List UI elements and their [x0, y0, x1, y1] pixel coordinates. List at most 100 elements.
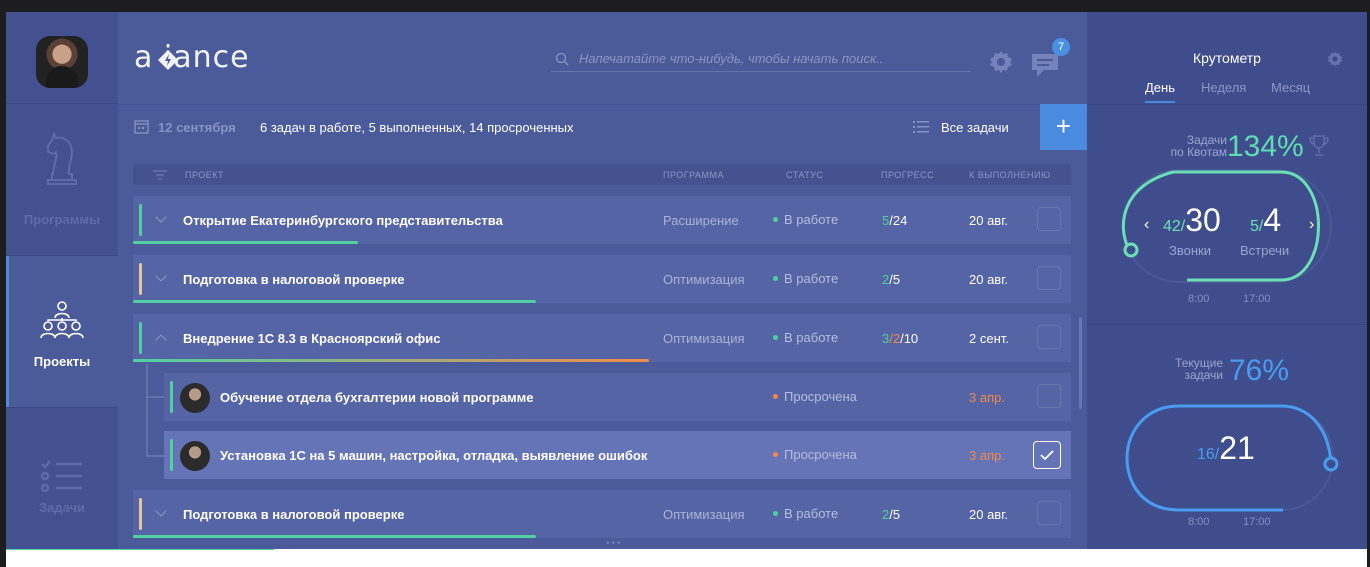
sidebar-item-tasks[interactable]: Задачи: [6, 408, 118, 549]
tab-week[interactable]: Неделя: [1201, 80, 1246, 95]
due-date: 20 авг.: [969, 507, 1008, 522]
status-dot: [773, 335, 778, 340]
sidebar-item-label: Программы: [23, 212, 101, 227]
complete-checkbox[interactable]: [1037, 384, 1061, 408]
progress-total: /24: [889, 213, 908, 228]
status-badge: В работе: [773, 506, 838, 521]
progress-bar: [133, 359, 649, 362]
due-date: 3 апр.: [969, 390, 1005, 405]
due-date: 2 сент.: [969, 331, 1009, 346]
row-accent: [139, 263, 142, 295]
add-button[interactable]: +: [1040, 104, 1087, 150]
list-icon[interactable]: [913, 120, 929, 135]
due-date: 20 авг.: [969, 213, 1008, 228]
avatar[interactable]: [180, 383, 210, 413]
project-title: Подготовка в налоговой проверке: [183, 507, 405, 522]
status-text: Просрочена: [784, 389, 857, 404]
progress-overdue: /2: [889, 331, 901, 346]
divider: [1087, 104, 1367, 105]
complete-checkbox[interactable]: [1037, 207, 1061, 231]
current-label-line2: задачи: [1184, 368, 1223, 382]
sidebar-item-programs[interactable]: Программы: [6, 104, 118, 256]
status-badge: Просрочена: [773, 389, 857, 404]
org-chart-icon: [40, 301, 84, 339]
subtask-row[interactable]: Установка 1С на 5 машин, настройка, отла…: [164, 431, 1071, 479]
checklist-icon: [40, 460, 82, 493]
complete-checkbox[interactable]: [1037, 266, 1061, 290]
complete-checkbox[interactable]: [1033, 441, 1061, 469]
status-text: В работе: [784, 506, 839, 521]
time-end: 17:00: [1243, 293, 1271, 305]
current-date[interactable]: 12 сентября: [158, 120, 236, 135]
progress-total: /5: [889, 272, 901, 287]
brand-logo[interactable]: a iance: [134, 40, 250, 75]
current-total: 21: [1219, 430, 1255, 466]
status-badge: В работе: [773, 271, 838, 286]
column-header-due[interactable]: К ВЫПОЛНЕНИЮ: [969, 170, 1051, 180]
chevron-down-icon[interactable]: [155, 505, 167, 517]
scrollbar[interactable]: [1079, 317, 1082, 409]
sort-icon[interactable]: [153, 170, 167, 180]
notification-badge: 7: [1052, 38, 1070, 56]
task-title: Обучение отдела бухгалтерии новой програ…: [220, 390, 534, 405]
column-header-project[interactable]: ПРОЕКТ: [185, 170, 224, 180]
subtask-row[interactable]: Обучение отдела бухгалтерии новой програ…: [164, 373, 1071, 421]
status-text: В работе: [784, 271, 839, 286]
complete-checkbox[interactable]: [1037, 325, 1061, 349]
sidebar-item-projects[interactable]: Проекты: [6, 256, 118, 408]
gear-icon[interactable]: [989, 50, 1013, 74]
tab-day[interactable]: День: [1145, 80, 1175, 103]
task-summary: 6 задач в работе, 5 выполненных, 14 прос…: [260, 120, 574, 135]
status-text: В работе: [784, 212, 839, 227]
next-arrow[interactable]: ›: [1309, 216, 1314, 234]
status-badge: Просрочена: [773, 447, 857, 462]
progress-count: 5/24: [882, 213, 907, 228]
app-window: Программы Проекты Задачи a iance Напечат…: [6, 12, 1367, 549]
current-percent: 76%: [1229, 354, 1290, 387]
status-dot: [773, 511, 778, 516]
chevron-up-icon[interactable]: [155, 334, 167, 346]
due-date: 20 авг.: [969, 272, 1008, 287]
quota-label-line2: по Квотам: [1170, 145, 1227, 159]
column-header-progress[interactable]: ПРОГРЕСС: [881, 170, 934, 180]
table-row[interactable]: Подготовка в налоговой проверке Оптимиза…: [133, 490, 1071, 538]
status-text: Просрочена: [784, 447, 857, 462]
complete-checkbox[interactable]: [1037, 501, 1061, 525]
chevron-down-icon[interactable]: [155, 270, 167, 282]
meetings-done: 5/: [1250, 218, 1264, 235]
knight-icon: [47, 132, 77, 185]
progress-total: /5: [889, 507, 901, 522]
prev-arrow[interactable]: ‹: [1144, 216, 1149, 234]
chevron-down-icon[interactable]: [155, 211, 167, 223]
row-accent: [170, 381, 173, 413]
due-date: 3 апр.: [969, 448, 1005, 463]
divider: [1087, 324, 1367, 325]
time-end: 17:00: [1243, 516, 1271, 528]
task-filter-dropdown[interactable]: Все задачи: [941, 120, 1009, 135]
checkmark-icon: [1040, 450, 1054, 461]
table-row[interactable]: Внедрение 1С 8.3 в Красноярский офис Опт…: [133, 314, 1071, 362]
status-dot: [773, 217, 778, 222]
meetings-label: Встречи: [1240, 243, 1290, 258]
project-title: Открытие Екатеринбургского представитель…: [183, 213, 503, 228]
progress-count: 2/5: [882, 272, 900, 287]
gear-icon[interactable]: [1327, 51, 1343, 67]
calendar-icon: [134, 120, 149, 134]
trophy-icon: [1309, 135, 1329, 156]
avatar[interactable]: [180, 441, 210, 471]
progress-bar: [133, 300, 537, 303]
krutometr-panel: Крутометр День Неделя Месяц Задачи по Кв…: [1087, 12, 1367, 549]
row-accent: [139, 322, 142, 354]
resize-handle[interactable]: •••: [606, 538, 623, 549]
search-input[interactable]: Напечатайте что-нибудь, чтобы начать пои…: [551, 48, 971, 72]
project-title: Внедрение 1С 8.3 в Красноярский офис: [183, 331, 441, 346]
tab-month[interactable]: Месяц: [1271, 80, 1310, 95]
table-row[interactable]: Открытие Екатеринбургского представитель…: [133, 196, 1071, 244]
avatar[interactable]: [36, 36, 88, 88]
calls-label: Звонки: [1169, 243, 1211, 258]
table-row[interactable]: Подготовка в налоговой проверке Оптимиза…: [133, 255, 1071, 303]
column-header-status[interactable]: СТАТУС: [786, 170, 823, 180]
strip-segment: [6, 549, 274, 567]
progress-count: 2/5: [882, 507, 900, 522]
column-header-program[interactable]: ПРОГРАММА: [663, 170, 724, 180]
